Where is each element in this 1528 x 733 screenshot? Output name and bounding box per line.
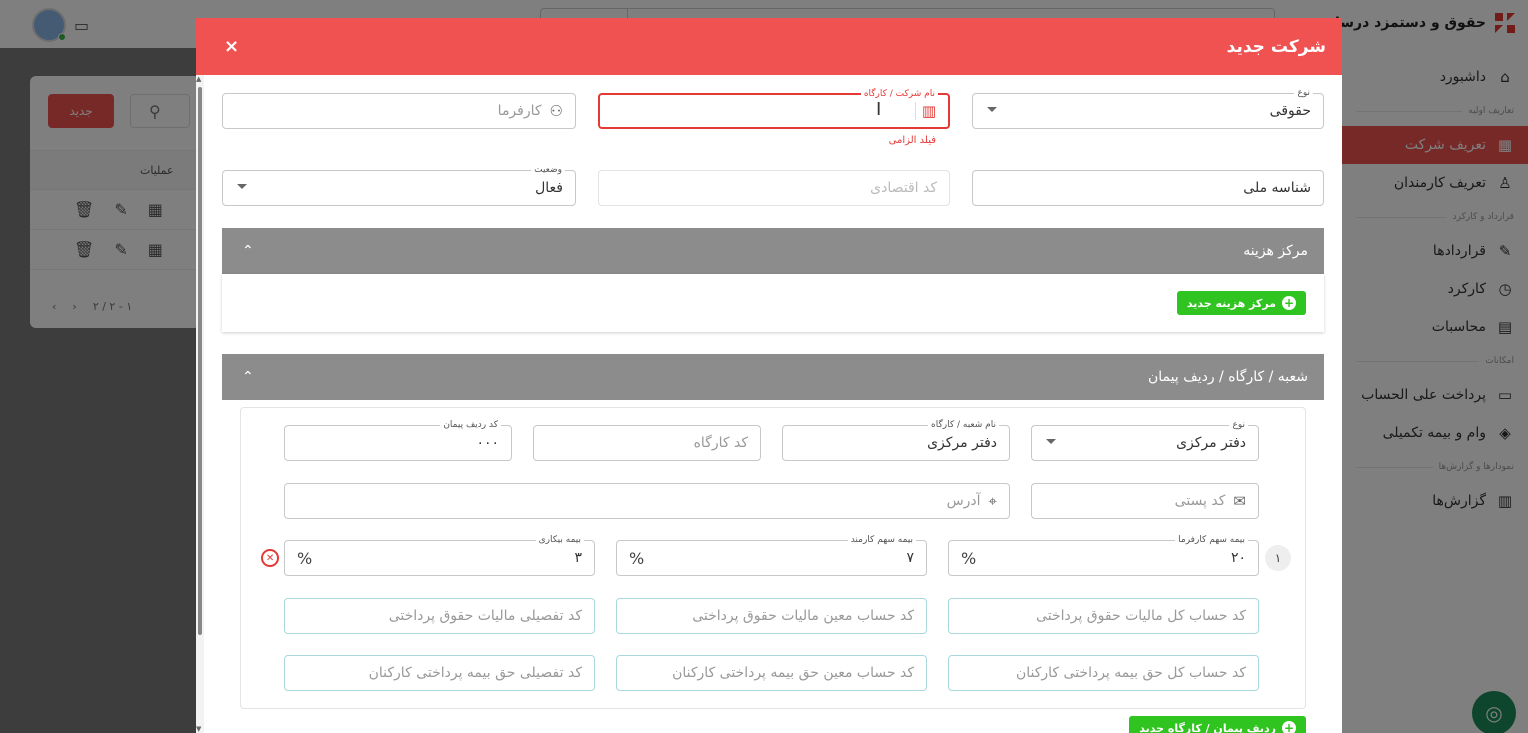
percent-icon: % [629,549,645,568]
national-id-input[interactable]: شناسه ملی [972,170,1324,206]
required-field-helper: فیلد الزامی [888,135,936,146]
tax-general-account-input[interactable]: کد حساب کل مالیات حقوق پرداختی [948,598,1259,634]
plus-circle-icon: + [1282,296,1296,310]
cost-center-header[interactable]: مرکز هزینه ⌃ [222,228,1324,274]
percent-icon: % [297,549,313,568]
company-name-input[interactable]: نام شرکت / کارگاه ▥ [598,88,950,129]
location-pin-icon: ⌖ [988,492,997,510]
workshop-code-input[interactable]: کد کارگاه [533,425,761,461]
tax-detail-account-input[interactable]: کد تفصیلی مالیات حقوق پرداختی [284,598,595,634]
economic-code-input: کد اقتصادی [598,170,950,206]
insurance-detail-account-input[interactable]: کد تفصیلی حق بیمه پرداختی کارکنان [284,655,595,691]
employee-insurance-input[interactable]: بیمه سهم کارمند ۷ % [616,534,927,576]
chevron-down-icon [987,107,997,112]
modal-scrollbar[interactable]: ▲ ▼ [196,75,204,733]
chevron-up-icon[interactable]: ⌃ [242,369,254,385]
tax-specific-account-input[interactable]: کد حساب معین مالیات حقوق پرداختی [616,598,927,634]
plus-circle-icon: + [1282,721,1296,733]
address-input[interactable]: ⌖ آدرس [284,483,1010,519]
chevron-down-icon [237,184,247,189]
row-number-badge: ۱ [1265,545,1291,571]
remove-row-icon[interactable]: ✕ [261,549,279,567]
employer-field[interactable]: ⚇ کارفرما [222,93,576,129]
status-select[interactable]: وضعیت فعال [222,164,576,206]
type-select[interactable]: نوع حقوقی [972,87,1324,129]
text-cursor-icon: I [876,99,882,120]
branch-name-input[interactable]: نام شعبه / کارگاه دفتر مرکزی [782,419,1010,461]
add-branch-row-button[interactable]: + ردیف پیمان / کارگاه جدید [1129,716,1306,733]
branch-type-select[interactable]: نوع دفتر مرکزی [1031,419,1259,461]
factory-icon[interactable]: ▥ [914,102,936,120]
chevron-up-icon[interactable]: ⌃ [242,243,254,259]
modal-title: شرکت جدید [1226,36,1326,57]
insurance-general-account-input[interactable]: کد حساب کل حق بیمه پرداختی کارکنان [948,655,1259,691]
close-icon[interactable]: × [224,36,239,57]
employer-insurance-input[interactable]: بیمه سهم کارفرما ۲۰ % [948,534,1259,576]
add-cost-center-button[interactable]: + مرکز هزینه جدید [1176,291,1306,315]
type-value: حقوقی [1269,103,1311,119]
envelope-icon: ✉ [1233,492,1246,510]
modal-header: شرکت جدید × [196,18,1342,75]
contract-row-code-input[interactable]: کد ردیف پیمان ۰۰۰ [284,419,512,461]
unemployment-insurance-input[interactable]: بیمه بیکاری ۳ % [284,534,595,576]
org-chart-icon: ⚇ [549,102,563,120]
postal-code-input[interactable]: ✉ کد پستی [1031,483,1259,519]
cost-center-body [222,274,1324,332]
chevron-down-icon [1046,439,1056,444]
new-company-modal: شرکت جدید × ▲ ▼ نوع حقوقی نام شرکت / کارگ… [196,18,1342,733]
percent-icon: % [961,549,977,568]
branch-header[interactable]: شعبه / کارگاه / ردیف پیمان ⌃ [222,354,1324,400]
insurance-specific-account-input[interactable]: کد حساب معین حق بیمه پرداختی کارکنان [616,655,927,691]
